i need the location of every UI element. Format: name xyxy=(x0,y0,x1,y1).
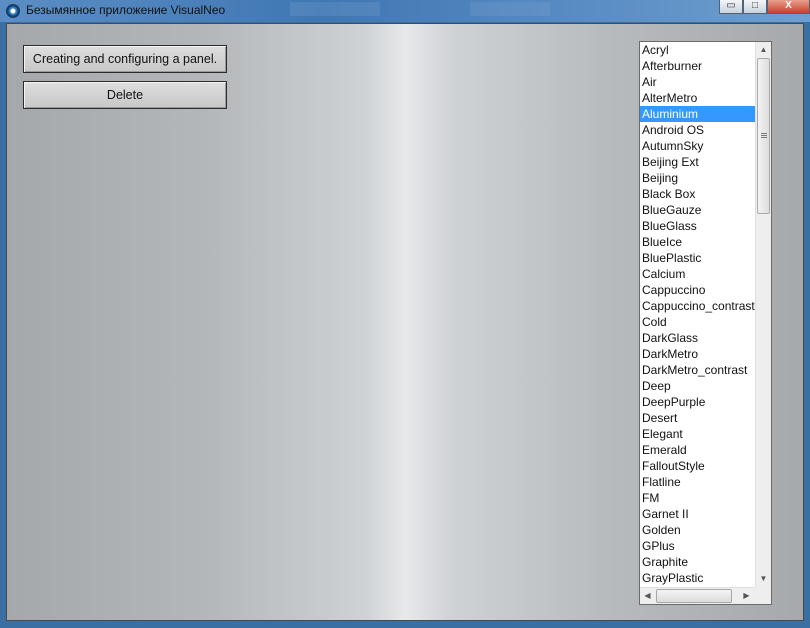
skin-list-item[interactable]: Afterburner xyxy=(640,58,755,74)
skin-list-item[interactable]: FalloutStyle xyxy=(640,458,755,474)
skin-list-item[interactable]: Acryl xyxy=(640,42,755,58)
skin-list-item[interactable]: Android OS xyxy=(640,122,755,138)
skin-list-item[interactable]: Elegant xyxy=(640,426,755,442)
skin-list-item[interactable]: Garnet II xyxy=(640,506,755,522)
skin-list-item[interactable]: DarkGlass xyxy=(640,330,755,346)
maximize-button[interactable]: □ xyxy=(743,0,767,14)
skin-list-item[interactable]: DarkMetro_contrast xyxy=(640,362,755,378)
skin-list-item[interactable]: Desert xyxy=(640,410,755,426)
skin-list-item[interactable]: Emerald xyxy=(640,442,755,458)
skin-list-item[interactable]: Black Box xyxy=(640,186,755,202)
skin-list-item[interactable]: Beijing xyxy=(640,170,755,186)
skin-list-item[interactable]: Flatline xyxy=(640,474,755,490)
minimize-button[interactable]: ▭ xyxy=(719,0,743,14)
vertical-scrollbar[interactable]: ▲ ▼ xyxy=(755,42,771,587)
skin-list-item[interactable]: BlueGlass xyxy=(640,218,755,234)
horizontal-scroll-thumb[interactable] xyxy=(656,589,732,603)
window-title: Безымянное приложение VisualNeo xyxy=(26,3,226,17)
skin-list-item[interactable]: Aluminium xyxy=(640,106,755,122)
skins-listbox[interactable]: Acryl Afterburner Air AlterMetro Aluminium An… xyxy=(639,41,772,605)
skin-list-item[interactable]: FM xyxy=(640,490,755,506)
skin-list-item[interactable]: Cappuccino_contrast xyxy=(640,298,755,314)
skin-list-item[interactable]: DeepPurple xyxy=(640,394,755,410)
scroll-left-icon[interactable]: ◀ xyxy=(640,588,655,604)
app-icon xyxy=(6,4,20,18)
window-controls: ▭ □ X xyxy=(719,0,810,14)
delete-button[interactable]: Delete xyxy=(23,81,227,109)
skin-list-item[interactable]: Cold xyxy=(640,314,755,330)
skin-list-item[interactable]: Air xyxy=(640,74,755,90)
skin-list-item[interactable]: Beijing Ext xyxy=(640,154,755,170)
background-window-ghost xyxy=(470,2,550,16)
app-client-area: Creating and configuring a panel. Delete… xyxy=(6,23,804,621)
skin-list-item[interactable]: BluePlastic xyxy=(640,250,755,266)
skin-list-item[interactable]: DarkMetro xyxy=(640,346,755,362)
background-window-ghost xyxy=(290,2,380,16)
thumb-grip xyxy=(761,135,767,136)
skin-list-item[interactable]: Golden xyxy=(640,522,755,538)
scrollbar-corner xyxy=(755,587,771,604)
skin-list-item[interactable]: AlterMetro xyxy=(640,90,755,106)
window-title-bar: Безымянное приложение VisualNeo ▭ □ X xyxy=(0,0,810,22)
thumb-grip xyxy=(761,137,767,138)
skin-list-item[interactable]: Calcium xyxy=(640,266,755,282)
scroll-right-icon[interactable]: ▶ xyxy=(739,588,754,604)
skin-list-item[interactable]: Cappuccino xyxy=(640,282,755,298)
horizontal-scrollbar[interactable]: ◀ ▶ xyxy=(640,587,755,604)
skins-list-items: Acryl Afterburner Air AlterMetro Aluminium An… xyxy=(640,42,755,587)
skin-list-item[interactable]: GPlus xyxy=(640,538,755,554)
scroll-down-icon[interactable]: ▼ xyxy=(756,571,771,587)
vertical-scroll-thumb[interactable] xyxy=(757,58,770,214)
create-panel-button[interactable]: Creating and configuring a panel. xyxy=(23,45,227,73)
skin-list-item[interactable]: GrayPlastic xyxy=(640,570,755,586)
close-button[interactable]: X xyxy=(767,0,810,14)
skin-list-item[interactable]: BlueIce xyxy=(640,234,755,250)
skin-list-item[interactable]: BlueGauze xyxy=(640,202,755,218)
skin-list-item[interactable]: Deep xyxy=(640,378,755,394)
skin-list-item[interactable]: AutumnSky xyxy=(640,138,755,154)
skin-list-item[interactable]: Graphite xyxy=(640,554,755,570)
thumb-grip xyxy=(761,133,767,134)
scroll-up-icon[interactable]: ▲ xyxy=(756,42,771,58)
